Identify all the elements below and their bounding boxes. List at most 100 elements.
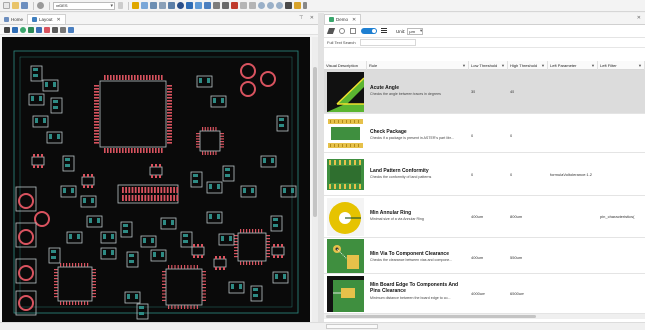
sot-pad: [273, 244, 275, 247]
table-row[interactable]: Min Annular Ring Minimal size of a via A…: [324, 196, 645, 238]
table-row[interactable]: Check Package Checks if a package is pre…: [324, 114, 645, 153]
edit-icon[interactable]: [326, 28, 336, 34]
scroll-thumb[interactable]: [326, 315, 536, 318]
low-threshold[interactable]: 400um: [471, 214, 483, 219]
qfp-pad: [146, 75, 148, 80]
info-icon[interactable]: [339, 28, 345, 34]
view-3d-icon[interactable]: [177, 2, 184, 9]
undo-icon[interactable]: [240, 2, 247, 9]
net-icon[interactable]: [36, 26, 42, 33]
close-panel-icon[interactable]: ✕: [310, 15, 314, 21]
search-input[interactable]: [359, 39, 416, 46]
zoom-in-icon[interactable]: [267, 2, 274, 9]
passive-pad: [231, 284, 234, 289]
search-icon[interactable]: [258, 2, 265, 9]
scroll-thumb[interactable]: [313, 67, 317, 217]
view-2d-icon[interactable]: [186, 2, 193, 9]
filter-icon[interactable]: [159, 2, 166, 9]
project-combo[interactable]: xrDES: [53, 1, 115, 10]
high-threshold[interactable]: 45: [510, 89, 514, 94]
table-row[interactable]: Min Via To Component Clearance Checks th…: [324, 238, 645, 274]
ruler-icon[interactable]: [213, 2, 220, 9]
high-threshold[interactable]: 0: [510, 133, 512, 138]
measure-icon[interactable]: [44, 26, 50, 33]
more-icon[interactable]: [303, 2, 307, 9]
chart-icon[interactable]: [204, 2, 211, 9]
column-header[interactable]: High Threshold ▼: [508, 61, 548, 70]
high-threshold[interactable]: 6500um: [510, 291, 524, 296]
low-threshold[interactable]: 400um: [471, 255, 483, 260]
passive-pad: [89, 218, 92, 223]
pin-icon[interactable]: ⊤: [299, 15, 303, 21]
rules-table-header: Visual Description Rule ▼ Low Threshold ▼ …: [324, 61, 645, 70]
ic-c-pad: [249, 261, 251, 265]
tools-icon[interactable]: [222, 2, 229, 9]
tab-demo[interactable]: Demo ✕: [324, 14, 362, 24]
filter-icon[interactable]: ▼: [591, 63, 595, 68]
close-icon[interactable]: ✕: [352, 17, 356, 23]
export-icon[interactable]: [285, 2, 292, 9]
tab-layout[interactable]: Layout ✕: [27, 14, 66, 24]
low-threshold[interactable]: 0: [471, 172, 473, 177]
redo-icon[interactable]: [249, 2, 256, 9]
brush-icon[interactable]: [294, 2, 301, 9]
app-window: xrDES Home Layout: [0, 0, 645, 330]
filter-icon[interactable]: ▼: [501, 63, 505, 68]
frame-icon[interactable]: [52, 26, 58, 33]
document-icon[interactable]: [350, 28, 356, 34]
grid-icon[interactable]: [195, 2, 202, 9]
passive-pad: [207, 78, 210, 83]
pointer-icon[interactable]: [4, 26, 10, 33]
dropdown-icon[interactable]: [118, 2, 123, 9]
pan-icon[interactable]: [12, 26, 18, 33]
open-folder-icon[interactable]: [12, 2, 19, 9]
horizontal-scrollbar[interactable]: [324, 314, 645, 319]
close-icon[interactable]: ✕: [57, 17, 61, 23]
ic-c-pad: [266, 256, 270, 258]
low-threshold[interactable]: 0: [471, 133, 473, 138]
column-header[interactable]: Left Filter ▼: [598, 61, 645, 70]
left-parameter[interactable]: formulaVoltolerance:1.2: [550, 172, 597, 177]
pcb-canvas[interactable]: [2, 37, 310, 327]
qfp-pad: [94, 142, 99, 144]
table-row[interactable]: Land Pattern Conformity Checks the confo…: [324, 153, 645, 196]
list-view-icon[interactable]: [381, 28, 387, 34]
header-pad: [131, 195, 134, 201]
filter-icon[interactable]: ▼: [541, 63, 545, 68]
column-header[interactable]: Low Threshold ▼: [469, 61, 508, 70]
high-threshold[interactable]: 0: [510, 172, 512, 177]
column-header[interactable]: Rule ▼: [367, 61, 469, 70]
layers-icon[interactable]: [168, 2, 175, 9]
unit-select[interactable]: μm: [407, 27, 424, 35]
highlight-icon[interactable]: [231, 2, 238, 9]
column-header[interactable]: Visual Description: [324, 61, 367, 70]
table-row[interactable]: Acute Angle Checks the angle between tra…: [324, 70, 645, 114]
low-threshold[interactable]: 35: [471, 89, 475, 94]
view-toggle[interactable]: [361, 28, 377, 34]
fit-icon[interactable]: [60, 26, 66, 33]
snapshot-icon[interactable]: [68, 26, 74, 33]
new-file-icon[interactable]: [3, 2, 10, 9]
column-header[interactable]: Left Parameter ▼: [548, 61, 598, 70]
refresh-icon[interactable]: [20, 26, 26, 33]
low-threshold[interactable]: 4000um: [471, 291, 485, 296]
ic-c-pad: [234, 244, 238, 246]
column-header-label: High Threshold: [510, 63, 538, 68]
qfp-pad: [143, 148, 145, 153]
tab-home[interactable]: Home: [0, 14, 27, 24]
high-threshold[interactable]: 550um: [510, 255, 522, 260]
layer-toggle-icon[interactable]: [28, 26, 34, 33]
filter-icon[interactable]: ▼: [638, 63, 642, 68]
copy-icon[interactable]: [141, 2, 148, 9]
left-filter[interactable]: pin_characteristics(: [600, 214, 645, 219]
high-threshold[interactable]: 800um: [510, 214, 522, 219]
list-icon[interactable]: [150, 2, 157, 9]
table-row[interactable]: Min Board Edge To Components And Pins Cl…: [324, 274, 645, 314]
zoom-out-icon[interactable]: [276, 2, 283, 9]
save-icon[interactable]: [21, 2, 28, 9]
close-panel-icon[interactable]: ✕: [637, 15, 641, 21]
filter-icon[interactable]: ▼: [462, 63, 466, 68]
settings-icon[interactable]: [37, 2, 44, 9]
ic-a-pad: [92, 269, 96, 271]
marker-icon[interactable]: [132, 2, 139, 9]
